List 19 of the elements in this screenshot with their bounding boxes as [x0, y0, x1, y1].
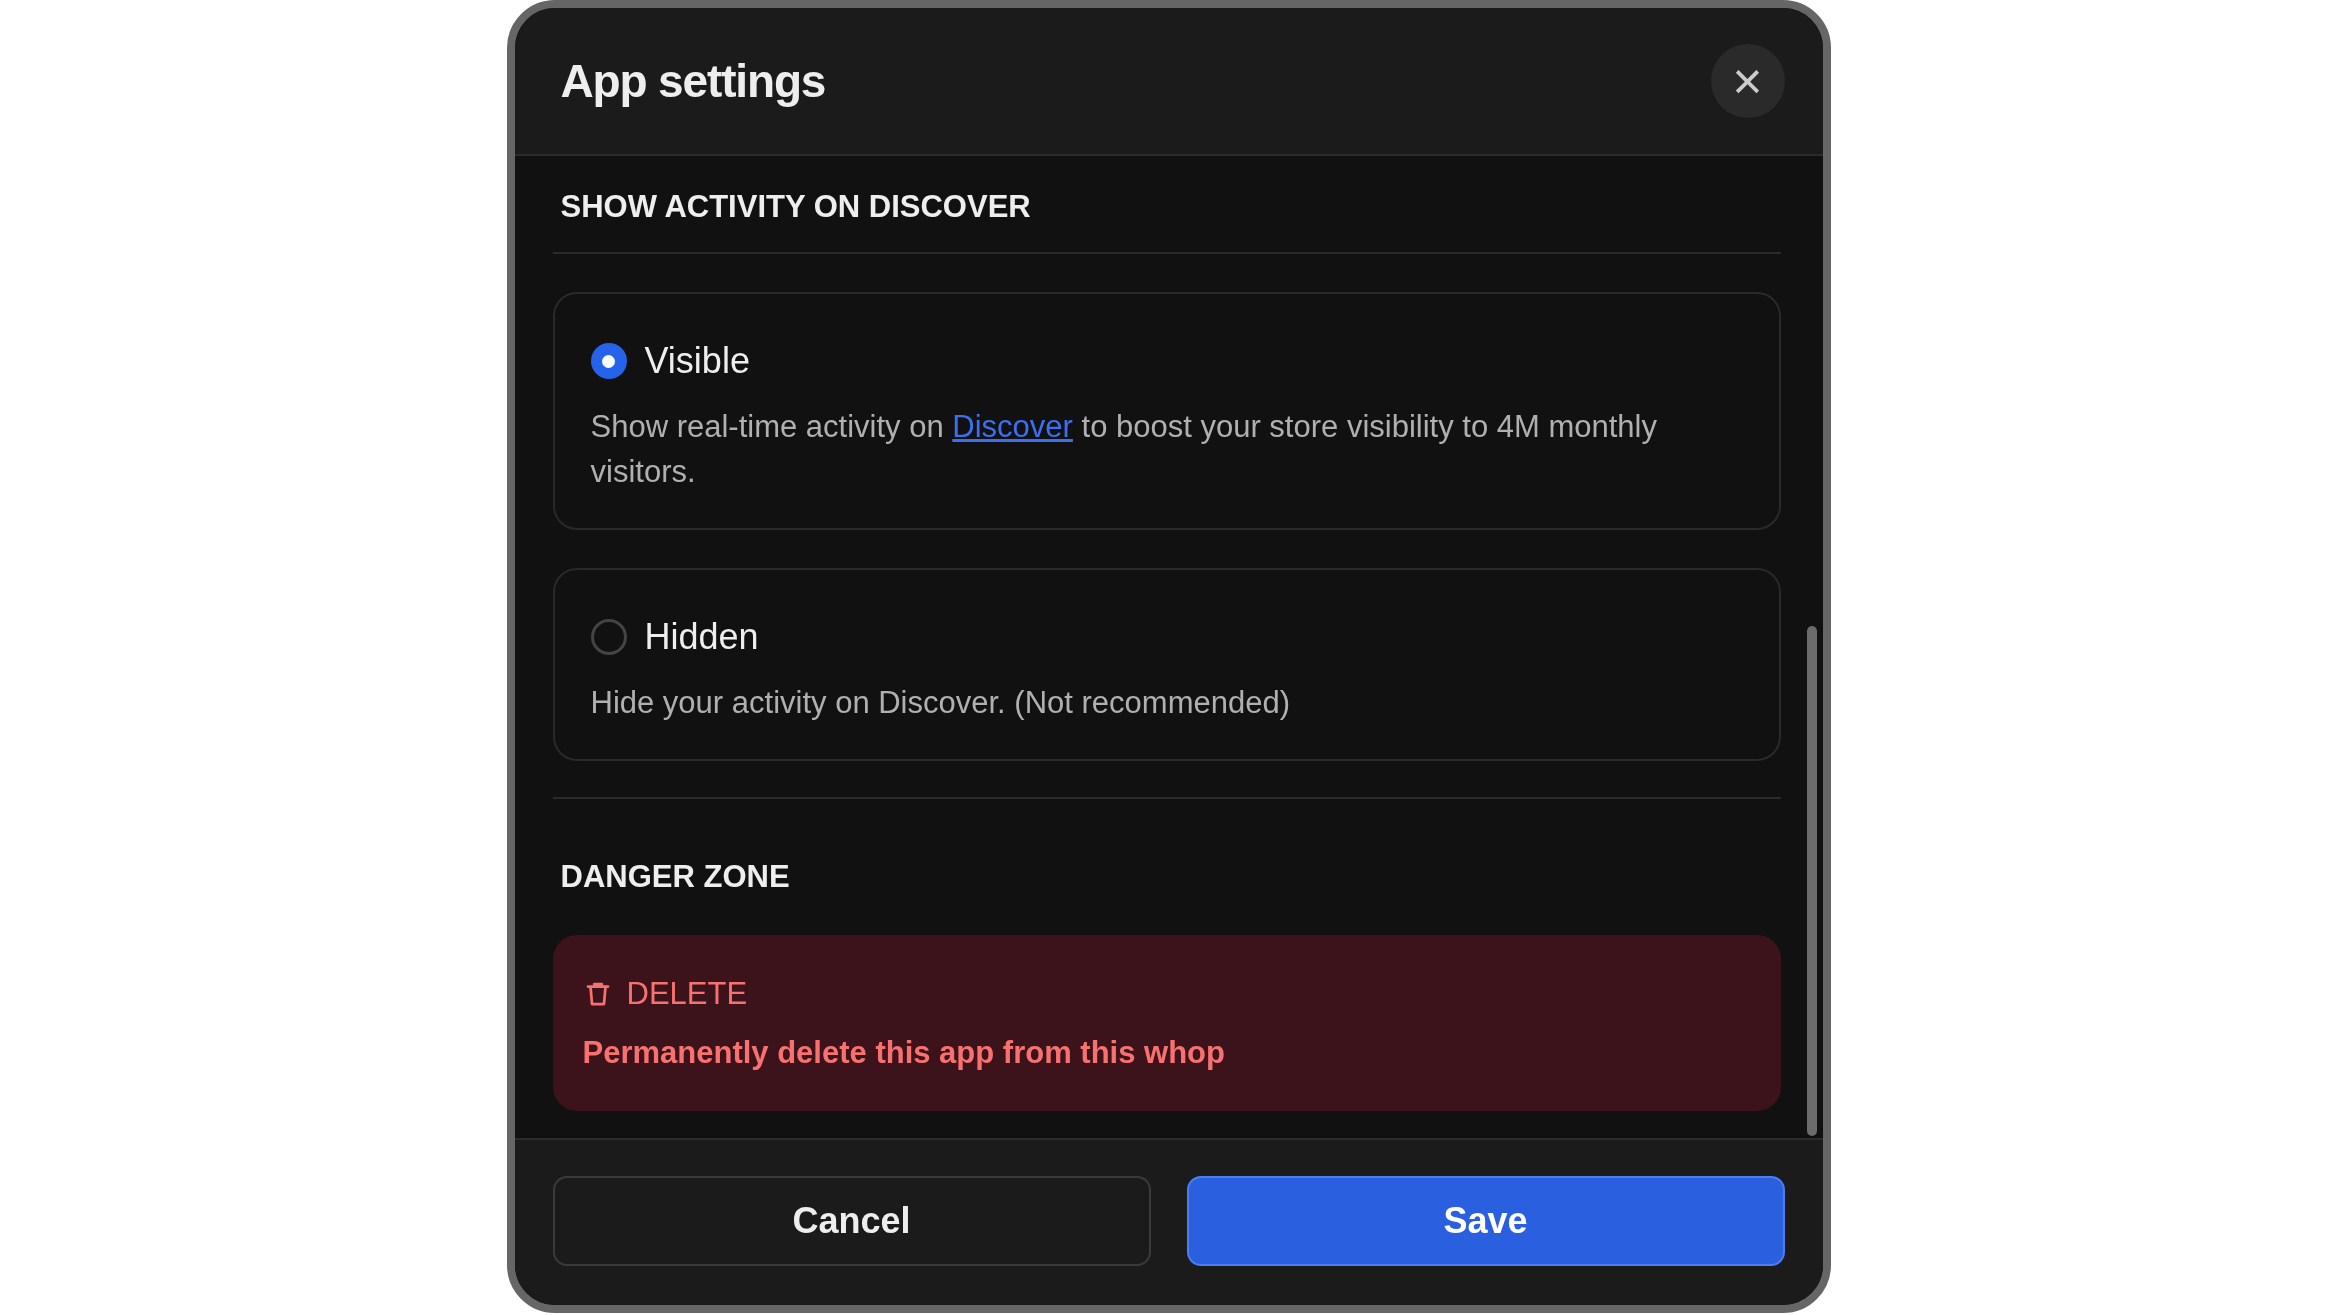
save-button[interactable]: Save [1186, 1176, 1785, 1266]
scrollbar[interactable] [1806, 626, 1817, 1136]
option-description: Hide your activity on Discover. (Not recommended) [590, 684, 1291, 722]
radio-button[interactable] [590, 619, 627, 655]
delete-description: Permanently delete this app from this whop [582, 1033, 1226, 1072]
option-label: Hidden [644, 615, 759, 659]
cancel-button[interactable]: Cancel [552, 1176, 1151, 1266]
option-description: Show real-time activity on Discover to boost your store visibility to 4M monthly visitors. [590, 408, 1658, 491]
danger-card[interactable]: DELETE Permanently delete this app from this whop [552, 935, 1781, 1111]
section-heading: DANGER ZONE [559, 858, 791, 896]
option-label: Visible [644, 339, 750, 383]
discover-link[interactable]: Discover [952, 409, 1073, 444]
option-card[interactable]: Hidden Hide your activity on Discover. (Not recommended) [552, 568, 1781, 761]
delete-label: DELETE [626, 975, 748, 1013]
close-button[interactable]: × [1710, 44, 1785, 118]
radio-button[interactable] [590, 343, 627, 379]
option-card[interactable]: Visible Show real-time activity on Discover to boost your store visibility to 4M monthly visitors. [552, 292, 1781, 530]
section-heading: SHOW ACTIVITY ON DISCOVER [552, 156, 1781, 254]
dialog-title: App settings [560, 53, 826, 109]
